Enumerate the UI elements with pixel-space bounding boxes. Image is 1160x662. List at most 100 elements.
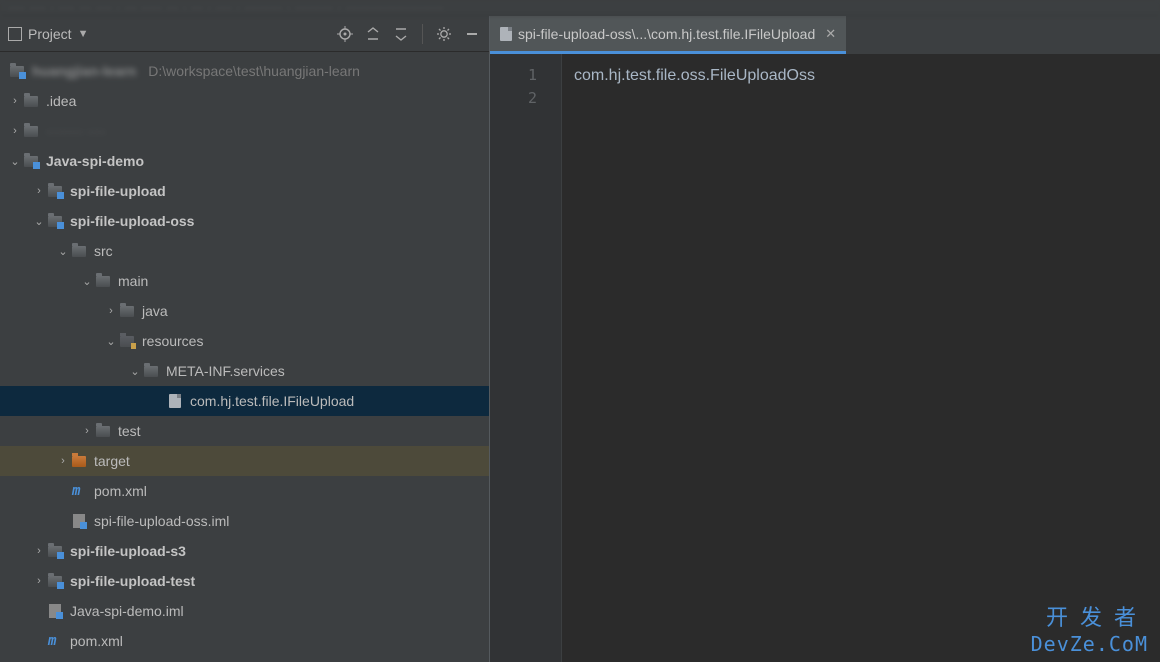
tree-row-pom[interactable]: m pom.xml [0, 476, 489, 506]
tree-label: Java-spi-demo.iml [70, 603, 184, 619]
editor-body[interactable]: 1 2 com.hj.test.file.oss.FileUploadOss [490, 54, 1160, 662]
tree-row-spi-file-upload[interactable]: › spi-file-upload [0, 176, 489, 206]
tree-row-java-spi-demo[interactable]: ⌄ Java-spi-demo [0, 146, 489, 176]
tree-label: test [118, 423, 141, 439]
project-panel: Project ▼ huangjian-learn D:\workspace\t… [0, 16, 490, 662]
tree-label: src [94, 243, 113, 259]
tree-label: .idea [46, 93, 76, 109]
collapse-arrow-icon[interactable]: ⌄ [128, 365, 142, 378]
expand-arrow-icon[interactable]: › [32, 575, 46, 587]
tree-row-idea[interactable]: › .idea [0, 86, 489, 116]
tree-row-upload-test[interactable]: › spi-file-upload-test [0, 566, 489, 596]
tree-label: spi-file-upload-s3 [70, 543, 186, 559]
tree-row-java[interactable]: › java [0, 296, 489, 326]
folder-icon [22, 92, 40, 110]
tree-label: pom.xml [70, 633, 123, 649]
tab-label: spi-file-upload-oss\...\com.hj.test.file… [518, 26, 815, 42]
editor-tab-active[interactable]: spi-file-upload-oss\...\com.hj.test.file… [490, 16, 846, 54]
code-line: com.hj.test.file.oss.FileUploadOss [574, 64, 1148, 87]
line-number: 1 [490, 64, 561, 87]
folder-icon [94, 422, 112, 440]
tree-label: META-INF.services [166, 363, 285, 379]
path-hint: D:\workspace\test\huangjian-learn [148, 63, 360, 79]
panel-title: Project [28, 26, 72, 42]
editor-tabs: spi-file-upload-oss\...\com.hj.test.file… [490, 16, 1160, 54]
tree-row-iml-demo[interactable]: Java-spi-demo.iml [0, 596, 489, 626]
expand-arrow-icon[interactable]: › [56, 455, 70, 467]
tree-row-metainf[interactable]: ⌄ META-INF.services [0, 356, 489, 386]
expand-arrow-icon[interactable]: › [8, 125, 22, 137]
tree-label: huangjian-learn [32, 63, 136, 79]
file-icon [166, 392, 184, 410]
tree-row-src[interactable]: ⌄ src [0, 236, 489, 266]
folder-icon [70, 242, 88, 260]
folder-icon [142, 362, 160, 380]
project-panel-icon [8, 27, 22, 41]
tree-label: com.hj.test.file.IFileUpload [190, 393, 354, 409]
panel-header: Project ▼ [0, 16, 489, 52]
module-folder-icon [22, 152, 40, 170]
project-tree: huangjian-learn D:\workspace\test\huangj… [0, 52, 489, 662]
folder-icon [94, 272, 112, 290]
tree-row-s3[interactable]: › spi-file-upload-s3 [0, 536, 489, 566]
resources-folder-icon [118, 332, 136, 350]
target-folder-icon [70, 452, 88, 470]
tree-row-spi-file-upload-oss[interactable]: ⌄ spi-file-upload-oss [0, 206, 489, 236]
iml-icon [70, 512, 88, 530]
tree-row-resources[interactable]: ⌄ resources [0, 326, 489, 356]
collapse-arrow-icon[interactable]: ⌄ [56, 245, 70, 258]
tree-label: spi-file-upload-oss [70, 213, 194, 229]
module-folder-icon [46, 572, 64, 590]
tree-label: resources [142, 333, 203, 349]
collapse-arrow-icon[interactable]: ⌄ [104, 335, 118, 348]
collapse-arrow-icon[interactable]: ⌄ [80, 275, 94, 288]
tree-label: Java-spi-demo [46, 153, 144, 169]
tree-label: target [94, 453, 130, 469]
tree-row-main[interactable]: ⌄ main [0, 266, 489, 296]
expand-arrow-icon[interactable]: › [80, 425, 94, 437]
tree-label: pom.xml [94, 483, 147, 499]
expand-arrow-icon[interactable]: › [32, 545, 46, 557]
maven-icon: m [70, 482, 88, 500]
hide-icon[interactable] [463, 25, 481, 43]
tree-row-ifileupload[interactable]: com.hj.test.file.IFileUpload [0, 386, 489, 416]
expand-all-icon[interactable] [364, 25, 382, 43]
tree-label: spi-file-upload-oss.iml [94, 513, 229, 529]
breadcrumbs-bar: ···· ···· · ···· ··· ···· · ··· ····· ··… [0, 0, 1160, 16]
module-folder-icon [46, 542, 64, 560]
editor-code[interactable]: com.hj.test.file.oss.FileUploadOss [562, 54, 1160, 662]
tree-label: java [142, 303, 168, 319]
iml-icon [46, 602, 64, 620]
close-icon[interactable]: ✕ [825, 26, 836, 42]
editor-area: spi-file-upload-oss\...\com.hj.test.file… [490, 16, 1160, 662]
gear-icon[interactable] [435, 25, 453, 43]
maven-icon: m [46, 632, 64, 650]
editor-gutter: 1 2 [490, 54, 562, 662]
module-folder-icon [46, 182, 64, 200]
tree-label: ········ ···· [46, 123, 106, 139]
toolbar-separator [422, 24, 423, 44]
module-folder-icon [46, 212, 64, 230]
expand-arrow-icon[interactable]: › [8, 95, 22, 107]
tree-row-pom2[interactable]: m pom.xml [0, 626, 489, 656]
folder-icon [118, 302, 136, 320]
expand-arrow-icon[interactable]: › [104, 305, 118, 317]
panel-dropdown-icon[interactable]: ▼ [78, 28, 89, 40]
tree-label: spi-file-upload [70, 183, 166, 199]
collapse-arrow-icon[interactable]: ⌄ [32, 215, 46, 228]
tree-label: spi-file-upload-test [70, 573, 195, 589]
tree-row-iml-oss[interactable]: spi-file-upload-oss.iml [0, 506, 489, 536]
expand-arrow-icon[interactable]: › [32, 185, 46, 197]
tree-row-test[interactable]: › test [0, 416, 489, 446]
tree-row-target[interactable]: › target [0, 446, 489, 476]
module-folder-icon [8, 62, 26, 80]
panel-toolbar [336, 24, 481, 44]
collapse-all-icon[interactable] [392, 25, 410, 43]
tree-row-root[interactable]: huangjian-learn D:\workspace\test\huangj… [0, 56, 489, 86]
folder-icon [22, 122, 40, 140]
locate-icon[interactable] [336, 25, 354, 43]
collapse-arrow-icon[interactable]: ⌄ [8, 155, 22, 168]
tree-label: main [118, 273, 148, 289]
tree-row-hidden[interactable]: › ········ ···· [0, 116, 489, 146]
line-number: 2 [490, 87, 561, 110]
